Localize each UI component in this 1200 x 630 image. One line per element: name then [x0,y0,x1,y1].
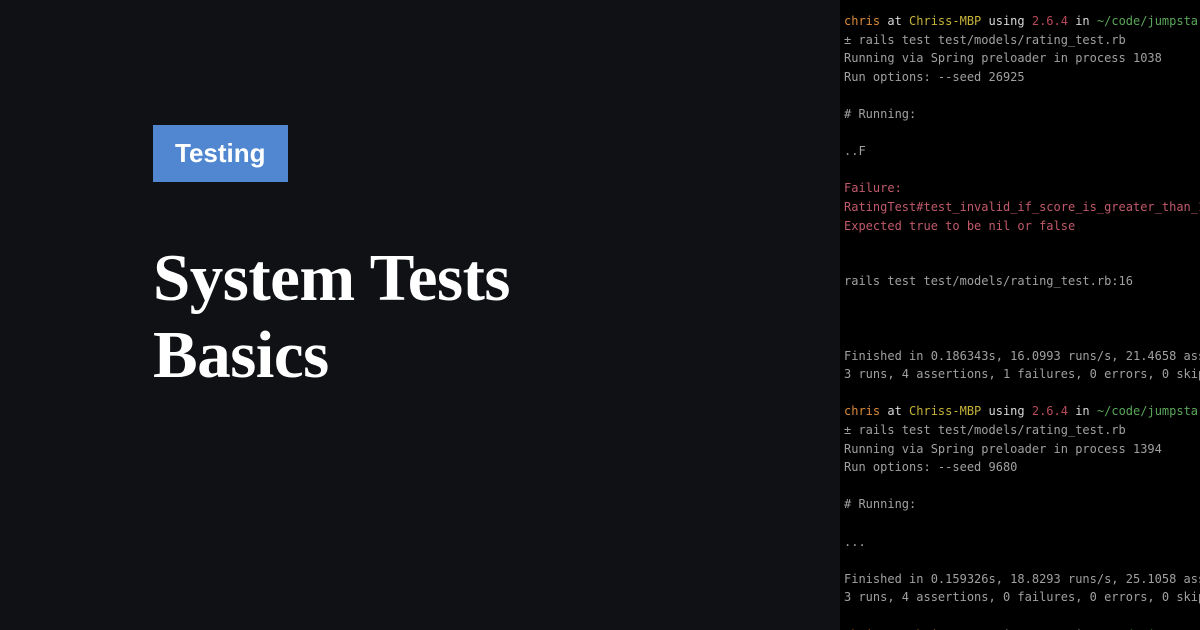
prompt-at: at [880,14,909,28]
terminal-failure-exp: Expected true to be nil or false [844,219,1075,233]
prompt-path: ~/code/jumpstart/nps [1097,14,1200,28]
terminal-finished: Finished in 0.159326s, 18.8293 runs/s, 2… [844,572,1200,586]
terminal-finished: Finished in 0.186343s, 16.0993 runs/s, 2… [844,349,1200,363]
left-panel: Testing System TestsBasics [0,0,840,630]
terminal-summary: 3 runs, 4 assertions, 1 failures, 0 erro… [844,367,1200,381]
terminal-output: chris at Chriss-MBP using 2.6.4 in ~/cod… [840,0,1200,630]
terminal-dots-pass: ... [844,535,866,549]
prompt-using: using [981,404,1032,418]
prompt-host: Chriss-MBP [909,14,981,28]
prompt-path: ~/code/jumpstart/nps [1097,404,1200,418]
prompt-using: using [981,14,1032,28]
terminal-failure-label: Failure: [844,181,902,195]
terminal-seed: Run options: --seed 26925 [844,70,1025,84]
terminal-cmd: ± rails test test/models/rating_test.rb [844,33,1126,47]
terminal-running: # Running: [844,497,916,511]
prompt-host: Chriss-MBP [909,404,981,418]
category-badge: Testing [153,125,288,182]
prompt-user: chris [844,404,880,418]
prompt-in: in [1068,14,1097,28]
terminal-running: # Running: [844,107,916,121]
terminal-preloader: Running via Spring preloader in process … [844,51,1162,65]
terminal-rerun: rails test test/models/rating_test.rb:16 [844,274,1133,288]
prompt-version: 2.6.4 [1032,404,1068,418]
terminal-cmd: ± rails test test/models/rating_test.rb [844,423,1126,437]
terminal-summary: 3 runs, 4 assertions, 0 failures, 0 erro… [844,590,1200,604]
prompt-in: in [1068,404,1097,418]
prompt-user: chris [844,14,880,28]
prompt-version: 2.6.4 [1032,14,1068,28]
terminal-seed: Run options: --seed 9680 [844,460,1017,474]
terminal-preloader: Running via Spring preloader in process … [844,442,1162,456]
terminal-failure-msg: RatingTest#test_invalid_if_score_is_grea… [844,200,1200,214]
title-heading: System TestsBasics [153,240,840,394]
prompt-at: at [880,404,909,418]
terminal-dots-fail: ..F [844,144,866,158]
